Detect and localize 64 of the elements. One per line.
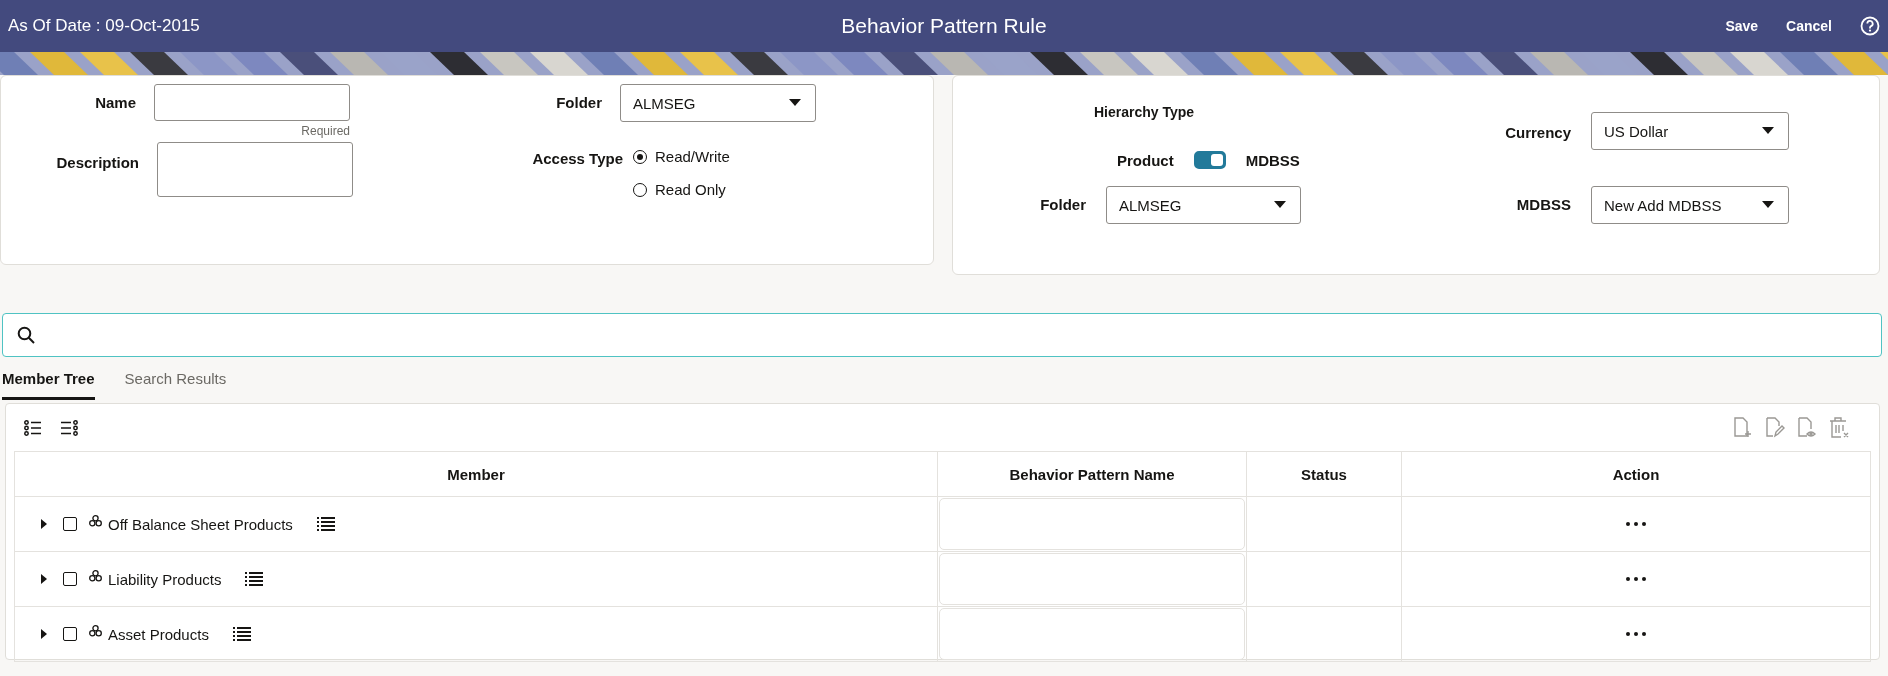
field-label: Currency: [1504, 123, 1571, 143]
search-field[interactable]: [2, 313, 1882, 357]
access-type-radio[interactable]: Read/Write: [633, 148, 816, 165]
hierarchy-node-icon: [89, 570, 102, 582]
help-icon[interactable]: [1860, 16, 1880, 36]
column-header: Action: [1401, 451, 1871, 497]
row-checkbox[interactable]: [63, 627, 77, 641]
hierarchy-node-icon: [89, 515, 102, 527]
required-hint: Required: [300, 124, 350, 138]
behavior-pattern-field[interactable]: [939, 553, 1245, 605]
column-header: Member: [14, 451, 938, 497]
caret-icon: [1274, 201, 1286, 209]
caret-icon: [1762, 201, 1774, 209]
access-type-radio[interactable]: Read Only: [633, 181, 816, 198]
expand-caret-icon[interactable]: [39, 574, 49, 584]
toggle-on-label: MDBSS: [1245, 151, 1300, 169]
list-icon[interactable]: [245, 572, 264, 586]
list-icon[interactable]: [232, 627, 251, 641]
expand-caret-icon[interactable]: [39, 519, 49, 529]
more-actions-icon[interactable]: [1626, 577, 1646, 581]
expand-all-icon[interactable]: [24, 419, 42, 436]
mdbss-select[interactable]: New Add MDBSS: [1591, 186, 1789, 224]
edit-document-icon[interactable]: [1765, 417, 1785, 438]
member-name: Off Balance Sheet Products: [108, 515, 293, 533]
page-title: Behavior Pattern Rule: [841, 14, 1047, 38]
expand-caret-icon[interactable]: [39, 629, 49, 639]
collapse-all-icon[interactable]: [60, 419, 78, 436]
description-field[interactable]: [157, 142, 353, 197]
more-actions-icon[interactable]: [1626, 522, 1646, 526]
behavior-pattern-field[interactable]: [939, 608, 1245, 660]
toggle-off-label: Product: [1117, 151, 1174, 169]
field-label: Folder: [1039, 195, 1086, 215]
row-checkbox[interactable]: [63, 517, 77, 531]
field-label: Folder: [555, 93, 602, 113]
member-name: Liability Products: [108, 570, 222, 588]
hierarchy-toggle[interactable]: [1193, 151, 1226, 169]
hierarchy-node-icon: [89, 625, 102, 637]
name-field[interactable]: [154, 84, 350, 121]
field-label: MDBSS: [1515, 195, 1571, 215]
caret-icon: [1762, 127, 1774, 135]
currency-select[interactable]: US Dollar: [1591, 112, 1789, 150]
caret-icon: [789, 99, 801, 107]
column-header: Status: [1246, 451, 1402, 497]
tab[interactable]: Member Tree: [2, 357, 95, 400]
hierarchy-type-label: Hierarchy Type: [1093, 104, 1196, 122]
delete-icon[interactable]: [1829, 417, 1849, 438]
field-label: Description: [55, 153, 139, 173]
add-document-icon[interactable]: [1733, 417, 1753, 438]
folder-select[interactable]: ALMSEG: [1106, 186, 1301, 224]
member-name: Asset Products: [108, 625, 209, 643]
folder-select[interactable]: ALMSEG: [620, 84, 816, 122]
as-of-date: As Of Date : 09-Oct-2015: [8, 16, 201, 36]
tab[interactable]: Search Results: [124, 357, 227, 400]
header-action-button[interactable]: Cancel: [1786, 14, 1832, 38]
header-action-button[interactable]: Save: [1725, 14, 1759, 38]
view-document-icon[interactable]: [1797, 417, 1817, 438]
search-icon: [17, 326, 35, 344]
list-icon[interactable]: [316, 517, 335, 531]
row-checkbox[interactable]: [63, 572, 77, 586]
field-label: Access Type: [531, 149, 623, 169]
field-label: Name: [94, 93, 136, 113]
more-actions-icon[interactable]: [1626, 632, 1646, 636]
behavior-pattern-field[interactable]: [939, 498, 1245, 550]
column-header: Behavior Pattern Name: [937, 451, 1247, 497]
